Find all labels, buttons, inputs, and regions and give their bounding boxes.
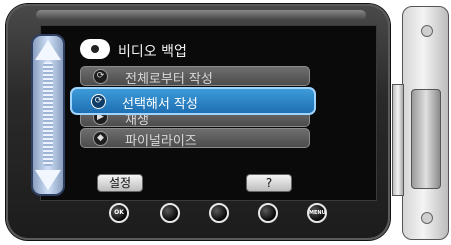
menu-item-create-all[interactable]: ⟳ 전체로부터 작성 bbox=[80, 66, 310, 87]
menu-item-finalize[interactable]: ◆ 파이널라이즈 bbox=[80, 128, 310, 149]
arrow-down-icon bbox=[35, 170, 61, 190]
disc-dot bbox=[91, 45, 99, 53]
disc-all-icon: ⟳ bbox=[93, 69, 108, 84]
disc-select-icon: ⟳ bbox=[91, 94, 106, 109]
screw-icon bbox=[421, 212, 433, 224]
slider-sensor[interactable] bbox=[31, 34, 65, 196]
arrow-up-icon bbox=[35, 40, 61, 60]
operation-button-3[interactable] bbox=[209, 203, 229, 223]
settings-button[interactable]: 설정 bbox=[97, 174, 143, 192]
menu-title: 비디오 백업 bbox=[118, 44, 187, 60]
ok-button[interactable]: OK bbox=[109, 203, 129, 223]
finalize-icon: ◆ bbox=[93, 131, 108, 146]
disc-icon bbox=[80, 39, 110, 59]
lcd-hinge-panel bbox=[402, 6, 449, 240]
hinge-bar bbox=[392, 84, 404, 196]
menu-item-label: 선택해서 작성 bbox=[122, 97, 198, 112]
menu-item-label: 파이널라이즈 bbox=[125, 134, 197, 149]
hinge-slot bbox=[411, 89, 441, 189]
screw-icon bbox=[421, 25, 433, 37]
operation-button-2[interactable] bbox=[160, 203, 180, 223]
menu-button[interactable]: MENU bbox=[307, 203, 327, 223]
help-button[interactable]: ? bbox=[246, 174, 292, 192]
bezel-highlight bbox=[36, 10, 366, 20]
operation-button-4[interactable] bbox=[258, 203, 278, 223]
menu-item-label: 전체로부터 작성 bbox=[125, 72, 213, 87]
menu-item-create-selected[interactable]: ⟳ 선택해서 작성 bbox=[70, 87, 316, 115]
slider-grip bbox=[43, 62, 53, 166]
